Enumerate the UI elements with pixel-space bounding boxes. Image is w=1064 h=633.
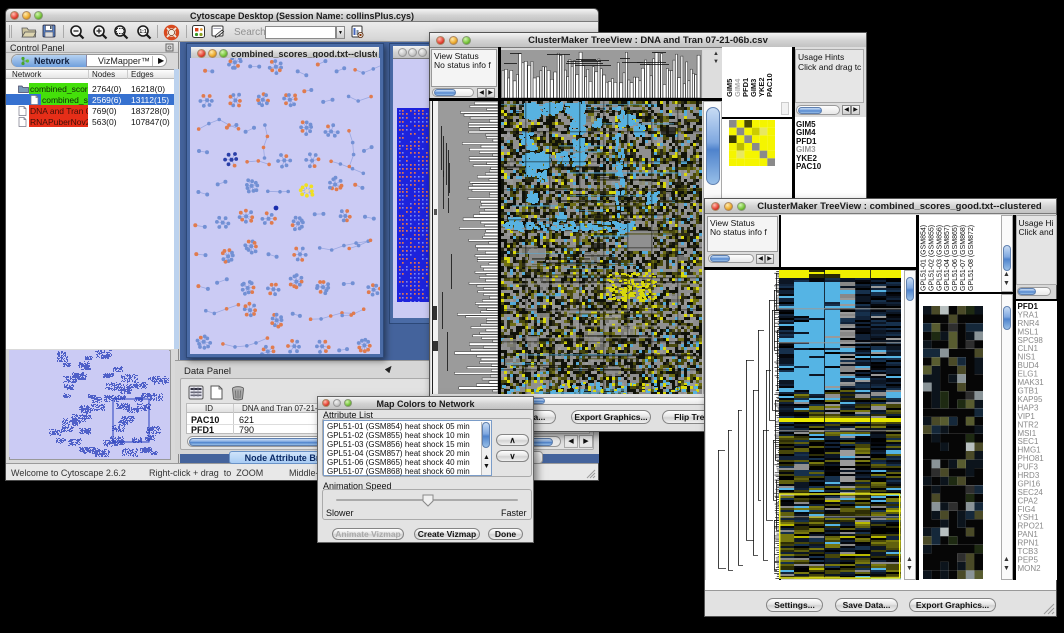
svg-text:GPL51-06 (GSM865): GPL51-06 (GSM865) <box>952 225 959 291</box>
svg-text:GPL51-02 (GSM855): GPL51-02 (GSM855) <box>928 225 935 291</box>
svg-text:GPL51-07 (GSM868): GPL51-07 (GSM868) <box>960 225 967 291</box>
svg-text:PAC10: PAC10 <box>765 73 774 97</box>
svg-text:GPL51-03 (GSM856): GPL51-03 (GSM856) <box>936 225 943 291</box>
svg-text:MON2: MON2 <box>1017 564 1041 573</box>
svg-text:GPL51-08 (GSM872): GPL51-08 (GSM872) <box>967 225 974 291</box>
svg-text:GPL51-01 (GSM854): GPL51-01 (GSM854) <box>920 225 927 291</box>
svg-text:GPL51-04 (GSM857): GPL51-04 (GSM857) <box>944 225 951 291</box>
svg-text:1:1: 1:1 <box>139 29 146 35</box>
